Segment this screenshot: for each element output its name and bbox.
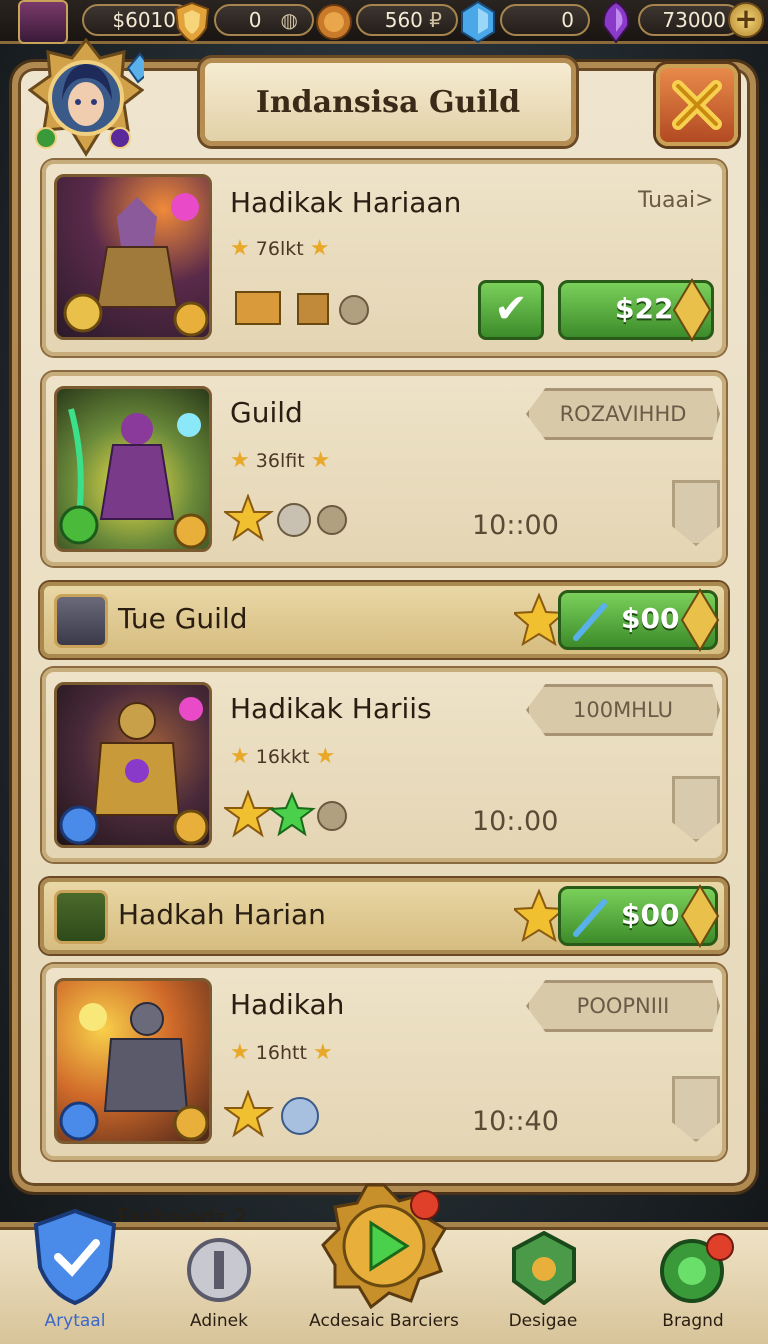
- card-rating: ★ 16kkt ★: [230, 744, 335, 769]
- buy-price: $00: [621, 602, 680, 635]
- locked-slot-icon: [672, 1076, 720, 1142]
- status-tag: 100MHLU: [526, 684, 720, 736]
- rating-text: 76lkt: [255, 238, 304, 260]
- hero-sorceress-icon: [59, 408, 209, 549]
- gem-currency-icon: [461, 0, 495, 44]
- resource-coin: 0 ◍: [214, 4, 314, 36]
- profile-portrait[interactable]: [27, 37, 154, 158]
- card-title: Hadikak Hariaan: [230, 186, 462, 219]
- add-currency-button[interactable]: +: [728, 2, 764, 38]
- star-icon: ★: [230, 236, 250, 261]
- guild-header: Indansisa Guild: [200, 58, 576, 146]
- resource-crystal: 73000: [638, 4, 742, 36]
- nav-label: Adinek: [190, 1311, 248, 1331]
- card-title: Guild: [230, 396, 303, 429]
- reward-icons: [224, 1090, 319, 1138]
- shield-check-icon: [33, 1208, 117, 1306]
- star-icon: [514, 888, 564, 943]
- bottom-nav: Arytaal Adinek Acdesaic Barciers Desigae…: [0, 1183, 768, 1344]
- nav-label: Acdesaic Barciers: [309, 1311, 459, 1331]
- buy-price: $00: [621, 898, 680, 931]
- star-icon: ★: [230, 1040, 250, 1065]
- resource-gold-value: $6010: [112, 8, 176, 32]
- profile-frame-icon: [27, 37, 154, 157]
- guild-banner-2[interactable]: Hadkah Harian $00: [40, 878, 728, 954]
- status-tag: ROZAVIHHD: [526, 388, 720, 440]
- guild-card-2[interactable]: Guild ★ 36lfit ★ ROZAVIHHD 10::00: [42, 372, 726, 566]
- card-title: Hadikah: [230, 988, 345, 1021]
- chest-icon: [54, 594, 108, 648]
- star-icon: ★: [230, 448, 250, 473]
- hero-portrait: [54, 978, 212, 1144]
- status-tag: POOPNIII: [526, 980, 720, 1032]
- guild-card-4[interactable]: Hadikah ★ 16htt ★ POOPNIII 10::40: [42, 964, 726, 1160]
- crystal-currency-icon: [602, 0, 630, 44]
- nav-item-play[interactable]: Acdesaic Barciers: [309, 1183, 459, 1344]
- nav-label: Arytaal: [44, 1311, 106, 1331]
- wand-icon: [573, 603, 607, 641]
- reward-icons: [224, 790, 347, 838]
- hero-portrait: [54, 174, 212, 340]
- nav-item-adinek[interactable]: Adinek: [144, 1227, 294, 1344]
- gold-gem-icon: [672, 278, 712, 342]
- gold-gem-icon: [680, 588, 720, 652]
- hero-knight-icon: [63, 193, 209, 337]
- rating-text: 36lfit: [255, 450, 305, 472]
- confirm-button[interactable]: ✔: [478, 280, 544, 340]
- star-icon: ★: [310, 448, 331, 473]
- card-timer: 10:.00: [472, 806, 559, 837]
- star-icon: [514, 592, 564, 647]
- buy-price: $22: [615, 292, 674, 325]
- resource-gem: 0: [500, 4, 590, 36]
- guild-banner-1[interactable]: Tue Guild $00: [40, 582, 728, 658]
- guild-card-3[interactable]: Hadikak Hariis ★ 16kkt ★ 100MHLU 10:.00: [42, 668, 726, 862]
- hero-warrior-icon: [59, 1002, 209, 1141]
- card-rating: ★ 16htt ★: [230, 1040, 333, 1065]
- nav-label: Desigae: [508, 1311, 578, 1331]
- reward-icons: [224, 494, 347, 542]
- gold-gem-icon: [680, 884, 720, 948]
- wand-icon: [573, 899, 607, 937]
- coin-currency-icon: [316, 4, 352, 40]
- rating-text: 16kkt: [255, 746, 310, 768]
- card-rating: ★ 36lfit ★: [230, 448, 330, 473]
- gear-icon: [187, 1238, 251, 1302]
- card-rating: ★ 76lkt ★: [230, 236, 329, 261]
- hero-portrait: [54, 682, 212, 848]
- play-button-icon: [321, 1183, 447, 1309]
- guild-card-1[interactable]: Hadikak Hariaan ★ 76lkt ★ Tuaai> ✔ $22: [42, 160, 726, 356]
- chest-icon: [54, 890, 108, 944]
- locked-slot-icon: [672, 480, 720, 546]
- resource-gem-value: 0: [561, 8, 574, 32]
- hero-paladin-icon: [59, 697, 209, 845]
- shield-currency-icon: [174, 1, 210, 44]
- close-button[interactable]: [656, 64, 738, 146]
- green-orb-icon: [660, 1233, 734, 1303]
- reward-chest-icons: [235, 291, 369, 325]
- star-icon: ★: [230, 744, 250, 769]
- card-title: Hadikak Hariis: [230, 692, 432, 725]
- card-timer: 10::00: [472, 510, 559, 541]
- star-icon: ★: [315, 744, 336, 769]
- guild-title: Indansisa Guild: [255, 85, 521, 120]
- resource-crystal-value: 73000: [662, 8, 726, 32]
- resource-silver: 560 ₽: [356, 4, 458, 36]
- resource-silver-value: 560: [384, 8, 423, 32]
- close-icon: [672, 80, 722, 130]
- hero-portrait: [54, 386, 212, 552]
- locked-slot-icon: [672, 776, 720, 842]
- nav-item-arytaal[interactable]: Arytaal: [0, 1208, 150, 1344]
- star-icon: ★: [312, 1040, 333, 1065]
- card-link[interactable]: Tuaai>: [638, 188, 714, 213]
- rating-text: 16htt: [255, 1042, 307, 1064]
- card-timer: 10::40: [472, 1106, 559, 1137]
- nav-label: Bragnd: [662, 1311, 724, 1331]
- nav-item-desigae[interactable]: Desigae: [468, 1227, 618, 1344]
- star-icon: ★: [309, 236, 330, 261]
- banner-title: Hadkah Harian: [118, 898, 326, 931]
- resource-coin-value: 0: [248, 8, 262, 32]
- banner-title: Tue Guild: [118, 602, 248, 635]
- guild-crest-icon: [512, 1231, 576, 1305]
- nav-item-bragnd[interactable]: Bragnd: [618, 1227, 768, 1344]
